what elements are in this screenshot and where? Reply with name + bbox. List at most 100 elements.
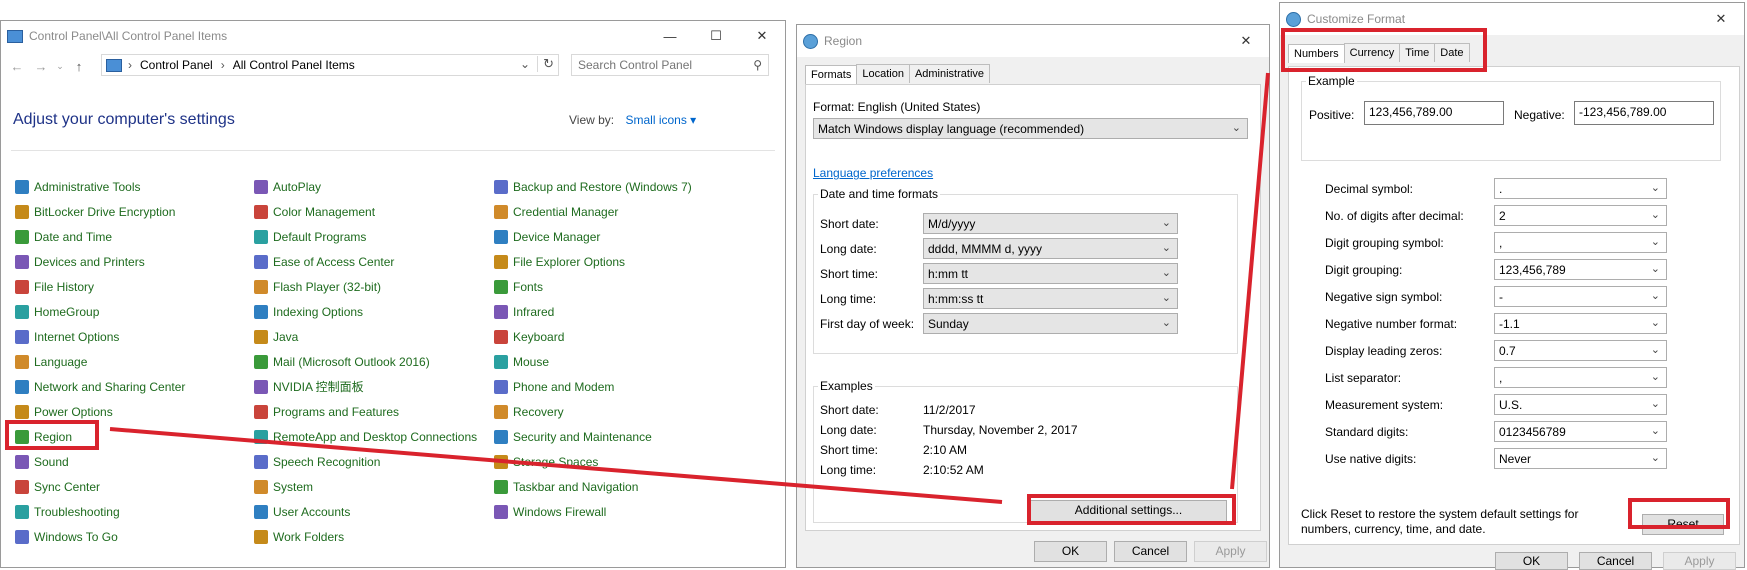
apply-button[interactable]: Apply (1194, 541, 1267, 562)
format-label: Format: English (United States) (813, 100, 981, 114)
cancel-button[interactable]: Cancel (1114, 541, 1187, 562)
format-select[interactable]: Match Windows display language (recommen… (813, 118, 1248, 139)
search-box[interactable]: ⚲ (571, 54, 769, 76)
language-preferences-link[interactable]: Language preferences (813, 166, 933, 180)
cp-item-security-and-maintenance[interactable]: Security and Maintenance (494, 424, 692, 449)
recent-chevron-icon[interactable]: ⌄ (53, 61, 67, 72)
cp-item-backup-and-restore-windows-7[interactable]: Backup and Restore (Windows 7) (494, 174, 692, 199)
setting-select[interactable]: Never ⌄ (1494, 448, 1667, 469)
ok-button[interactable]: OK (1034, 541, 1107, 562)
cp-item-color-management[interactable]: Color Management (254, 199, 477, 224)
setting-select[interactable]: , ⌄ (1494, 367, 1667, 388)
cp-item-windows-firewall[interactable]: Windows Firewall (494, 499, 692, 524)
search-input[interactable] (572, 57, 754, 73)
cp-item-nvidia[interactable]: NVIDIA 控制面板 (254, 374, 477, 399)
cp-item-icon (494, 229, 508, 244)
cp-item-network-and-sharing-center[interactable]: Network and Sharing Center (15, 374, 185, 399)
setting-select[interactable]: . ⌄ (1494, 178, 1667, 199)
cp-item-device-manager[interactable]: Device Manager (494, 224, 692, 249)
cp-item-mail-microsoft-outlook-2016[interactable]: Mail (Microsoft Outlook 2016) (254, 349, 477, 374)
address-dropdown-icon[interactable]: ⌄ (520, 57, 530, 71)
cp-item-work-folders[interactable]: Work Folders (254, 524, 477, 549)
cp-item-date-and-time[interactable]: Date and Time (15, 224, 185, 249)
setting-label: List separator: (1325, 371, 1402, 385)
field-select[interactable]: h:mm:ss tt ⌄ (923, 288, 1178, 309)
cp-item-internet-options[interactable]: Internet Options (15, 324, 185, 349)
setting-select[interactable]: 0.7 ⌄ (1494, 340, 1667, 361)
window-title: Control Panel\All Control Panel Items (29, 29, 228, 43)
cp-item-fonts[interactable]: Fonts (494, 274, 692, 299)
field-select[interactable]: h:mm tt ⌄ (923, 263, 1178, 284)
cp-item-keyboard[interactable]: Keyboard (494, 324, 692, 349)
close-button[interactable]: ✕ (1698, 11, 1744, 27)
cp-item-programs-and-features[interactable]: Programs and Features (254, 399, 477, 424)
cp-item-devices-and-printers[interactable]: Devices and Printers (15, 249, 185, 274)
cp-item-windows-to-go[interactable]: Windows To Go (15, 524, 185, 549)
setting-select[interactable]: U.S. ⌄ (1494, 394, 1667, 415)
cp-item-icon (494, 304, 508, 319)
cp-item-sound[interactable]: Sound (15, 449, 185, 474)
up-arrow-icon[interactable]: ↑ (67, 59, 91, 74)
setting-select[interactable]: - ⌄ (1494, 286, 1667, 307)
setting-select[interactable]: 2 ⌄ (1494, 205, 1667, 226)
cp-item-sync-center[interactable]: Sync Center (15, 474, 185, 499)
cp-item-credential-manager[interactable]: Credential Manager (494, 199, 692, 224)
close-button[interactable]: ✕ (1223, 33, 1269, 49)
cp-item-autoplay[interactable]: AutoPlay (254, 174, 477, 199)
setting-select[interactable]: -1.1 ⌄ (1494, 313, 1667, 334)
cp-item-remoteapp-and-desktop-connections[interactable]: RemoteApp and Desktop Connections (254, 424, 477, 449)
cp-item-taskbar-and-navigation[interactable]: Taskbar and Navigation (494, 474, 692, 499)
cp-item-speech-recognition[interactable]: Speech Recognition (254, 449, 477, 474)
search-icon[interactable]: ⚲ (753, 58, 762, 72)
cp-item-file-history[interactable]: File History (15, 274, 185, 299)
back-arrow-icon[interactable]: ← (5, 59, 29, 74)
cp-item-storage-spaces[interactable]: Storage Spaces (494, 449, 692, 474)
cp-item-mouse[interactable]: Mouse (494, 349, 692, 374)
cancel-button[interactable]: Cancel (1579, 552, 1652, 570)
cp-item-language[interactable]: Language (15, 349, 185, 374)
cp-item-flash-player-32-bit[interactable]: Flash Player (32-bit) (254, 274, 477, 299)
close-button[interactable]: ✕ (739, 28, 785, 44)
breadcrumb-separator-icon: › (220, 58, 225, 72)
cp-item-label: HomeGroup (34, 304, 100, 319)
cp-item-troubleshooting[interactable]: Troubleshooting (15, 499, 185, 524)
breadcrumb-all-items[interactable]: All Control Panel Items (233, 58, 355, 72)
maximize-button[interactable]: ☐ (693, 28, 739, 44)
cp-item-bitlocker-drive-encryption[interactable]: BitLocker Drive Encryption (15, 199, 185, 224)
forward-arrow-icon[interactable]: → (29, 59, 53, 74)
refresh-icon[interactable]: ↻ (537, 56, 554, 72)
cp-item-recovery[interactable]: Recovery (494, 399, 692, 424)
cp-item-icon (254, 529, 268, 544)
cp-item-system[interactable]: System (254, 474, 477, 499)
cp-item-icon (254, 329, 268, 344)
breadcrumb-control-panel[interactable]: Control Panel (140, 58, 213, 72)
setting-select[interactable]: , ⌄ (1494, 232, 1667, 253)
cp-item-phone-and-modem[interactable]: Phone and Modem (494, 374, 692, 399)
control-panel-titlebar: Control Panel\All Control Panel Items — … (1, 21, 785, 51)
cp-item-infrared[interactable]: Infrared (494, 299, 692, 324)
cp-item-ease-of-access-center[interactable]: Ease of Access Center (254, 249, 477, 274)
setting-select[interactable]: 123,456,789 ⌄ (1494, 259, 1667, 280)
apply-button[interactable]: Apply (1663, 552, 1736, 570)
tab-location[interactable]: Location (856, 64, 910, 83)
field-select[interactable]: M/d/yyyy ⌄ (923, 213, 1178, 234)
cp-item-java[interactable]: Java (254, 324, 477, 349)
address-box[interactable]: › Control Panel › All Control Panel Item… (101, 54, 559, 76)
cp-item-default-programs[interactable]: Default Programs (254, 224, 477, 249)
cp-item-icon (254, 429, 268, 444)
view-by-dropdown[interactable]: Small icons ▾ (625, 113, 696, 127)
cp-item-indexing-options[interactable]: Indexing Options (254, 299, 477, 324)
tab-formats[interactable]: Formats (805, 65, 858, 84)
reset-note: Click Reset to restore the system defaul… (1301, 507, 1579, 536)
cp-item-homegroup[interactable]: HomeGroup (15, 299, 185, 324)
cp-item-label: User Accounts (273, 504, 351, 519)
field-select[interactable]: dddd, MMMM d, yyyy ⌄ (923, 238, 1178, 259)
setting-select[interactable]: 0123456789 ⌄ (1494, 421, 1667, 442)
minimize-button[interactable]: — (647, 29, 693, 44)
cp-item-user-accounts[interactable]: User Accounts (254, 499, 477, 524)
field-select[interactable]: Sunday ⌄ (923, 313, 1178, 334)
tab-administrative[interactable]: Administrative (908, 64, 991, 83)
cp-item-administrative-tools[interactable]: Administrative Tools (15, 174, 185, 199)
ok-button[interactable]: OK (1495, 552, 1568, 570)
cp-item-file-explorer-options[interactable]: File Explorer Options (494, 249, 692, 274)
